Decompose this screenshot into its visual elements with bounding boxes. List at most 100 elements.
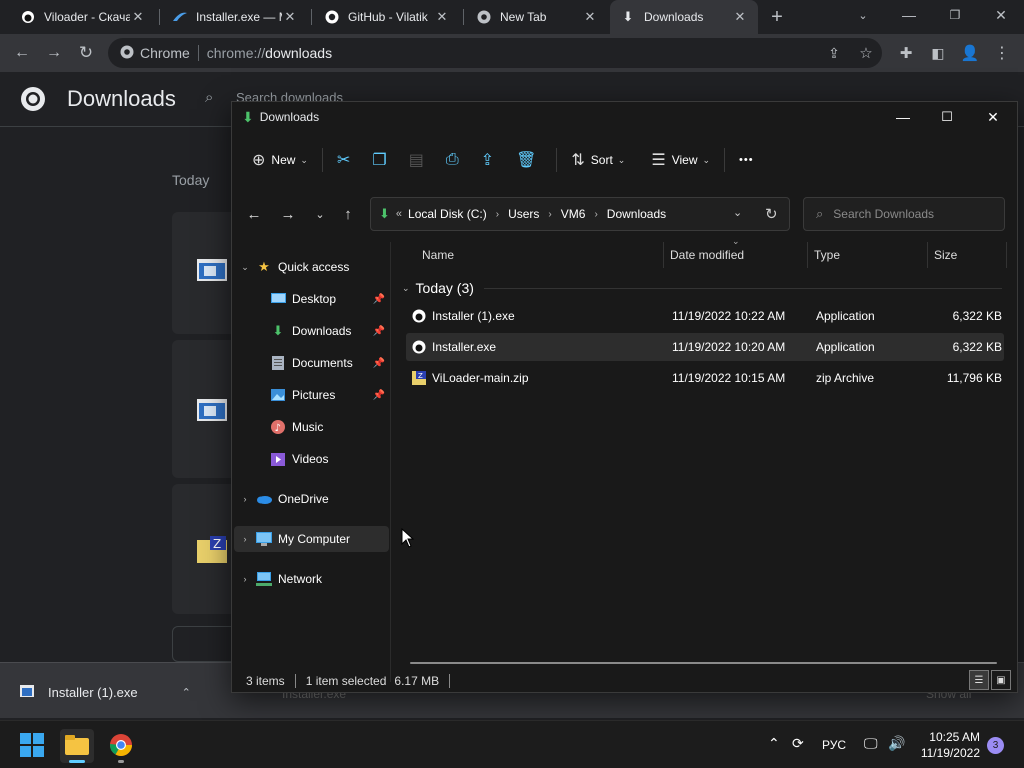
sort-button[interactable]: ⇅ Sort ⌄ <box>563 144 633 176</box>
close-icon[interactable]: ✕ <box>130 9 146 25</box>
column-divider[interactable] <box>1006 242 1007 268</box>
notification-badge[interactable]: 3 <box>987 737 1004 754</box>
new-button[interactable]: ⊕ New ⌄ <box>244 144 316 176</box>
nav-music[interactable]: ♪ Music <box>234 414 389 440</box>
up-button[interactable]: ↑ <box>334 201 362 227</box>
clipboard-icon: ▤ <box>408 152 424 169</box>
chevron-right-icon[interactable]: › <box>234 574 256 584</box>
column-header-size[interactable]: Size <box>934 248 957 262</box>
minimize-button[interactable]: — <box>886 0 932 30</box>
menu-button[interactable]: ⋮ <box>988 39 1016 67</box>
clock[interactable]: 10:25 AM 11/19/2022 <box>906 729 980 761</box>
download-folder-icon: ⬇ <box>242 108 254 125</box>
back-button[interactable]: ← <box>8 39 36 67</box>
paste-button[interactable]: ▤ <box>401 144 438 176</box>
taskbar-chrome[interactable] <box>104 729 138 763</box>
nav-quick-access[interactable]: ⌄ ★ Quick access <box>234 254 389 280</box>
picture-icon <box>270 387 286 403</box>
tab-downloads[interactable]: ⬇ Downloads ✕ <box>610 0 758 34</box>
explorer-address-bar[interactable]: ⬇ « Local Disk (C:) › Users › VM6 › Down… <box>370 197 790 231</box>
share-button[interactable]: ⇪ <box>820 39 848 67</box>
start-button[interactable] <box>15 729 49 763</box>
file-row[interactable]: Installer (1).exe 11/19/2022 10:22 AM Ap… <box>406 302 1004 330</box>
volume-icon[interactable]: 🔊 <box>888 735 905 752</box>
column-divider[interactable] <box>927 242 928 268</box>
taskbar-file-explorer[interactable] <box>60 729 94 763</box>
reload-button[interactable]: ↻ <box>72 39 100 67</box>
nav-videos[interactable]: Videos <box>234 446 389 472</box>
column-header-type[interactable]: Type <box>814 248 840 262</box>
chevron-up-icon[interactable]: ⌃ <box>182 686 191 699</box>
profile-button[interactable]: 👤 <box>956 39 984 67</box>
column-header-name[interactable]: Name <box>422 248 454 262</box>
nav-documents[interactable]: Documents 📌 <box>234 350 389 376</box>
sync-icon[interactable]: ⟳ <box>792 735 804 752</box>
tab-divider <box>159 9 160 25</box>
back-button[interactable]: ← <box>240 201 268 227</box>
tab-search-button[interactable]: ⌄ <box>840 0 886 30</box>
breadcrumb-vm6[interactable]: VM6 <box>561 207 586 221</box>
restore-button[interactable]: ❐ <box>932 0 978 30</box>
rename-button[interactable]: ⎙ <box>438 144 473 176</box>
close-icon[interactable]: ✕ <box>732 9 748 25</box>
network-icon[interactable]: 🖵 <box>864 735 878 752</box>
chevron-down-icon[interactable]: ⌄ <box>234 262 256 273</box>
exe-file-icon <box>20 685 34 700</box>
nav-my-computer[interactable]: › My Computer <box>234 526 389 552</box>
cut-button[interactable]: ✂ <box>329 144 364 176</box>
chevron-right-icon[interactable]: › <box>234 494 256 504</box>
bookmark-button[interactable]: ☆ <box>852 39 880 67</box>
tab-viloader[interactable]: Viloader - Скачать ✕ <box>10 0 156 34</box>
refresh-icon[interactable]: ↻ <box>765 205 778 223</box>
minimize-button[interactable]: — <box>880 102 926 132</box>
close-icon[interactable]: ✕ <box>434 9 450 25</box>
chevron-up-icon[interactable]: ⌃ <box>768 735 780 752</box>
recent-locations-button[interactable]: ⌄ <box>306 201 334 227</box>
new-tab-button[interactable]: + <box>763 3 791 31</box>
shelf-download-item[interactable]: Installer (1).exe ⌃ <box>20 685 191 700</box>
share-button[interactable]: ⇪ <box>473 144 508 176</box>
close-icon[interactable]: ✕ <box>282 9 298 25</box>
explorer-search-input[interactable]: ⌕ Search Downloads <box>803 197 1005 231</box>
minimize-icon: — <box>896 109 910 125</box>
forward-button[interactable]: → <box>40 39 68 67</box>
column-divider[interactable] <box>807 242 808 268</box>
details-view-button[interactable]: ☰ <box>969 670 989 690</box>
nav-desktop[interactable]: Desktop 📌 <box>234 286 389 312</box>
tab-new-tab[interactable]: New Tab ✕ <box>466 0 608 34</box>
nav-downloads[interactable]: ⬇ Downloads 📌 <box>234 318 389 344</box>
nav-network[interactable]: › Network <box>234 566 389 592</box>
nav-onedrive[interactable]: › OneDrive <box>234 486 389 512</box>
group-header-today[interactable]: ⌄ Today (3) <box>402 276 1002 300</box>
close-icon[interactable]: ✕ <box>582 9 598 25</box>
maximize-button[interactable]: ☐ <box>924 102 970 132</box>
pane-splitter[interactable] <box>390 242 391 682</box>
delete-button[interactable]: 🗑 <box>508 144 550 176</box>
nav-pictures[interactable]: Pictures 📌 <box>234 382 389 408</box>
column-divider[interactable] <box>663 242 664 268</box>
tab-installer-mega[interactable]: Installer.exe — M ✕ <box>162 0 308 34</box>
view-button[interactable]: ☰ View ⌄ <box>643 144 718 176</box>
chevron-right-icon[interactable]: › <box>234 534 256 544</box>
close-window-button[interactable]: ✕ <box>978 0 1024 30</box>
list-icon: ☰ <box>651 152 666 169</box>
side-panel-button[interactable]: ◧ <box>924 39 952 67</box>
column-header-date[interactable]: Date modified <box>670 248 744 262</box>
input-language[interactable]: РУС <box>822 738 846 752</box>
forward-button[interactable]: → <box>274 201 302 227</box>
breadcrumb-downloads[interactable]: Downloads <box>607 207 666 221</box>
breadcrumb-local-disk[interactable]: Local Disk (C:) <box>408 207 487 221</box>
file-row[interactable]: Z ViLoader-main.zip 11/19/2022 10:15 AM … <box>406 364 1004 392</box>
file-row[interactable]: Installer.exe 11/19/2022 10:20 AM Applic… <box>406 333 1004 361</box>
tiles-view-button[interactable]: ▣ <box>991 670 1011 690</box>
horizontal-scrollbar[interactable] <box>410 662 997 664</box>
chevron-down-icon[interactable]: ⌄ <box>733 206 742 219</box>
breadcrumb-overflow[interactable]: « <box>396 208 402 220</box>
more-options-button[interactable]: ••• <box>731 144 762 176</box>
breadcrumb-users[interactable]: Users <box>508 207 539 221</box>
copy-button[interactable]: ❐ <box>364 144 400 176</box>
extensions-button[interactable]: ✚ <box>892 39 920 67</box>
close-window-button[interactable]: ✕ <box>970 102 1016 132</box>
tab-github[interactable]: GitHub - Vilatik ✕ <box>314 0 460 34</box>
address-bar[interactable]: Chrome chrome://downloads <box>108 38 882 68</box>
